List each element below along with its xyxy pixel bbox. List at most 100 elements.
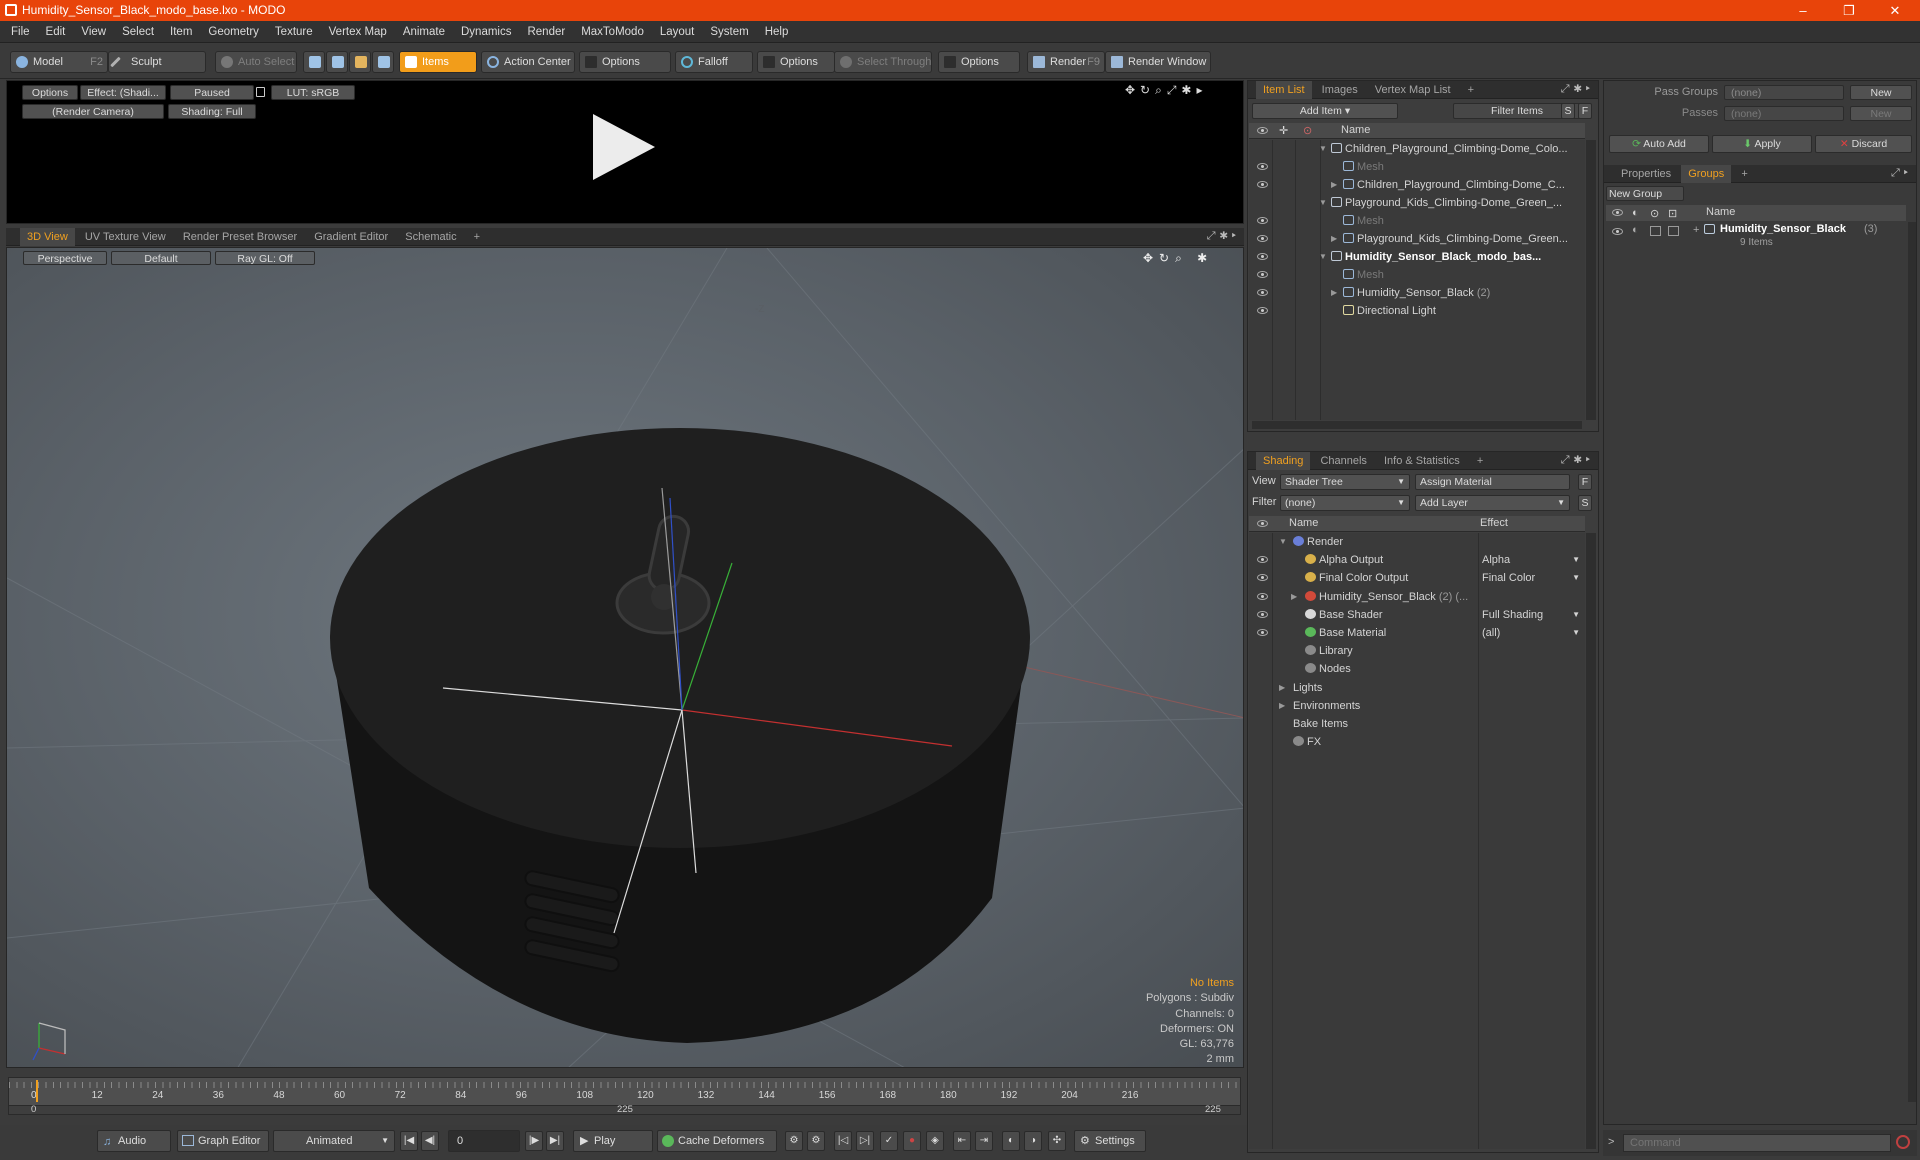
edge-select-button[interactable]: [326, 51, 348, 73]
filter-f-button[interactable]: F: [1578, 103, 1592, 119]
command-history-icon[interactable]: [1896, 1135, 1910, 1149]
tab-images[interactable]: Images: [1315, 81, 1365, 99]
material-select-button[interactable]: [372, 51, 394, 73]
add-layer-dropdown[interactable]: Add Layer ▼: [1415, 495, 1570, 511]
shader-row[interactable]: Library: [1249, 642, 1585, 660]
tab-item-list[interactable]: Item List: [1256, 81, 1312, 99]
shader-row[interactable]: ▶ Humidity_Sensor_Black (2) (...: [1249, 588, 1585, 606]
tab-vertex-map-list[interactable]: Vertex Map List: [1368, 81, 1458, 99]
animated-dropdown[interactable]: Animated ▼: [273, 1130, 395, 1152]
add-tab-button[interactable]: +: [467, 228, 487, 246]
item-row[interactable]: ▶ Children_Playground_Climbing-Dome_C...: [1249, 176, 1585, 194]
minimize-button[interactable]: –: [1780, 0, 1826, 21]
falloff-button[interactable]: Falloff: [675, 51, 753, 73]
tab-properties[interactable]: Properties: [1614, 165, 1678, 183]
maximize-button[interactable]: ❐: [1826, 0, 1872, 21]
item-list-pane-icons[interactable]: ⤢✱▸: [1561, 83, 1594, 96]
cache-deformers-button[interactable]: Cache Deformers: [657, 1130, 777, 1152]
right-pane-icons[interactable]: ⤢▸: [1891, 167, 1912, 180]
shader-row[interactable]: Alpha Output Alpha ▼: [1249, 551, 1585, 569]
pass-groups-new-button[interactable]: New: [1850, 85, 1912, 100]
tool-a-button[interactable]: ◐: [1002, 1131, 1020, 1151]
expand-arrow-icon[interactable]: ▶: [1331, 230, 1337, 248]
timeline[interactable]: 0 12 24 36 48 60 72 84 96 108 120 132 144 156 168 180 19…: [8, 1077, 1241, 1115]
item-row[interactable]: ▶ Playground_Kids_Climbing-Dome_Green...: [1249, 230, 1585, 248]
shader-visibility-icon[interactable]: [1257, 556, 1268, 564]
menu-dynamics[interactable]: Dynamics: [453, 21, 519, 43]
select-through-button[interactable]: Select Through: [834, 51, 932, 73]
action-center-options-button[interactable]: Options: [579, 51, 671, 73]
tab-channels[interactable]: Channels: [1313, 452, 1373, 470]
auto-add-button[interactable]: ⟳ Auto Add: [1609, 135, 1709, 153]
item-row[interactable]: Directional Light: [1249, 302, 1585, 320]
shading-pane-icons[interactable]: ⤢✱▸: [1561, 454, 1594, 467]
timeline-range-bar[interactable]: 0 225 225: [9, 1104, 1240, 1115]
paused-button[interactable]: Paused: [170, 85, 254, 100]
pass-groups-dropdown[interactable]: (none): [1724, 85, 1844, 100]
render-button[interactable]: Render F9: [1027, 51, 1105, 73]
shader-row[interactable]: ▶ Environments: [1249, 697, 1585, 715]
expand-arrow-icon[interactable]: ▶: [1279, 697, 1285, 715]
preview-nav-icons[interactable]: ✥↻⌕⤢✱▸: [1125, 83, 1208, 98]
discard-button[interactable]: ✕ Discard: [1815, 135, 1912, 153]
add-tab-button[interactable]: +: [1734, 165, 1754, 183]
item-row[interactable]: ▼ Humidity_Sensor_Black_modo_bas...: [1249, 248, 1585, 266]
group-render-icon[interactable]: ◐: [1632, 224, 1639, 236]
item-row[interactable]: ▼ Playground_Kids_Climbing-Dome_Green_...: [1249, 194, 1585, 212]
tab-shading[interactable]: Shading: [1256, 452, 1311, 470]
model-mode-button[interactable]: Model F2: [10, 51, 108, 73]
play-icon[interactable]: [593, 114, 655, 180]
menu-view[interactable]: View: [73, 21, 114, 43]
tab-info-statistics[interactable]: Info & Statistics: [1377, 452, 1467, 470]
prev-key-button[interactable]: ◀|: [421, 1131, 439, 1151]
shading-dropdown[interactable]: Shading: Full: [168, 104, 256, 119]
shading-f-button[interactable]: F: [1578, 474, 1592, 490]
graph-editor-button[interactable]: Graph Editor: [177, 1130, 269, 1152]
item-row[interactable]: ▶ Humidity_Sensor_Black (2): [1249, 284, 1585, 302]
item-list-hscrollbar[interactable]: [1252, 421, 1582, 429]
render-window-button[interactable]: Render Window: [1105, 51, 1211, 73]
timeline-playhead[interactable]: [36, 1080, 38, 1102]
item-visibility-icon[interactable]: [1257, 307, 1268, 314]
apply-button[interactable]: ⬇ Apply: [1712, 135, 1812, 153]
menu-help[interactable]: Help: [757, 21, 797, 43]
last-frame-button[interactable]: ▶|: [546, 1131, 564, 1151]
menu-render[interactable]: Render: [519, 21, 573, 43]
falloff-options-button[interactable]: Options: [757, 51, 835, 73]
key-all-button[interactable]: ◈: [926, 1131, 944, 1151]
group-visibility-icon[interactable]: [1612, 228, 1623, 235]
assign-material-button[interactable]: Assign Material: [1415, 474, 1570, 490]
shader-row[interactable]: Base Shader Full Shading ▼: [1249, 606, 1585, 624]
auto-select-button[interactable]: Auto Select: [215, 51, 297, 73]
close-button[interactable]: ✕: [1872, 0, 1918, 21]
next-keyframe-button[interactable]: ▷|: [856, 1131, 874, 1151]
polygon-select-button[interactable]: [349, 51, 371, 73]
prev-keyframe-button[interactable]: |◁: [834, 1131, 852, 1151]
vertex-select-button[interactable]: [303, 51, 325, 73]
group-select-checkbox[interactable]: [1668, 226, 1679, 236]
effect-dropdown[interactable]: Alpha ▼: [1482, 551, 1580, 569]
add-item-dropdown[interactable]: Add Item ▾: [1252, 103, 1398, 119]
item-row[interactable]: Mesh: [1249, 212, 1585, 230]
shader-row[interactable]: ▼ Render: [1249, 533, 1585, 551]
items-mode-button[interactable]: Items: [399, 51, 477, 73]
item-visibility-icon[interactable]: [1257, 235, 1268, 242]
menu-select[interactable]: Select: [114, 21, 162, 43]
effect-dropdown[interactable]: Final Color ▼: [1482, 569, 1580, 587]
effect-dropdown[interactable]: Effect: (Shadi...: [80, 85, 166, 100]
shading-s-button[interactable]: S: [1578, 495, 1592, 511]
play-button[interactable]: ▶ Play: [573, 1130, 653, 1152]
tool-b-button[interactable]: ◑: [1024, 1131, 1042, 1151]
shader-row[interactable]: FX: [1249, 733, 1585, 751]
shading-scrollbar[interactable]: [1586, 533, 1596, 1149]
shader-row[interactable]: ▶ Lights: [1249, 679, 1585, 697]
item-list-scrollbar[interactable]: [1586, 140, 1596, 420]
expand-arrow-icon[interactable]: ▶: [1291, 588, 1297, 606]
add-tab-button[interactable]: +: [1470, 452, 1490, 470]
new-group-button[interactable]: New Group: [1606, 186, 1684, 201]
audio-button[interactable]: ♫ Audio: [97, 1130, 171, 1152]
item-visibility-icon[interactable]: [1257, 217, 1268, 224]
shader-visibility-icon[interactable]: [1257, 592, 1268, 600]
filter-dropdown[interactable]: (none) ▼: [1280, 495, 1410, 511]
item-visibility-icon[interactable]: [1257, 253, 1268, 260]
